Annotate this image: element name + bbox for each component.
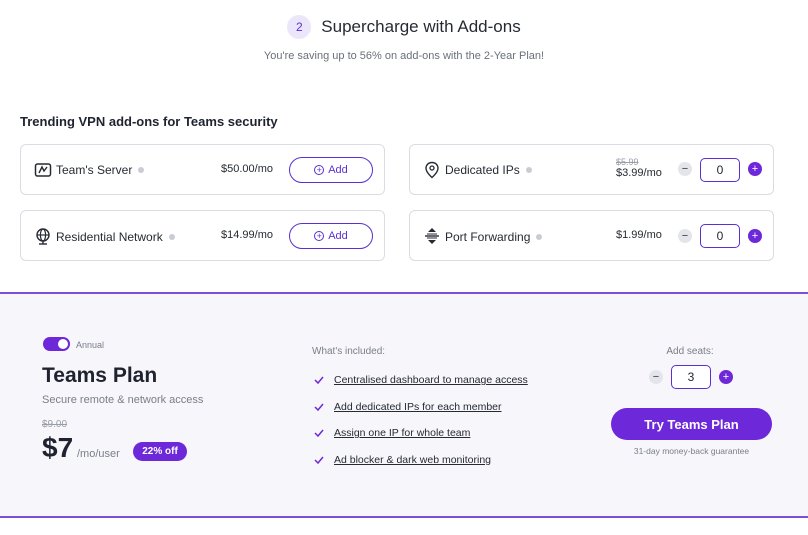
step-header: 2 Supercharge with Add-ons <box>0 14 808 40</box>
checkmark-icon <box>314 376 324 385</box>
add-seats-label: Add seats: <box>666 346 714 357</box>
decrease-seats-button[interactable]: − <box>649 370 663 384</box>
plan-price-unit: /mo/user <box>77 448 120 460</box>
info-icon[interactable] <box>138 167 145 173</box>
addon-price-port-forwarding: $1.99/mo <box>616 229 662 241</box>
location-pin-icon <box>422 160 442 180</box>
step-number-badge: 2 <box>287 15 312 39</box>
info-icon[interactable] <box>168 234 175 240</box>
annual-billing-toggle[interactable] <box>43 337 70 351</box>
server-icon <box>33 160 53 180</box>
checkmark-icon <box>314 456 324 464</box>
try-teams-plan-button[interactable]: Try Teams Plan <box>611 408 772 440</box>
addon-name-port-forwarding: Port Forwarding <box>445 230 543 244</box>
addon-price-teams-server: $50.00/mo <box>221 163 273 175</box>
arrows-up-down-icon <box>422 226 442 246</box>
plan-price: $7 <box>42 432 74 463</box>
addon-card-port-forwarding: Port Forwarding $1.99/mo − + <box>409 210 774 261</box>
included-feature-link[interactable]: Ad blocker & dark web monitoring <box>334 454 491 466</box>
step-title: Supercharge with Add-ons <box>321 17 521 36</box>
decrease-dedicated-ips-button[interactable]: − <box>678 162 692 176</box>
discount-badge: 22% off <box>133 442 187 461</box>
increase-seats-button[interactable]: + <box>719 370 733 384</box>
dedicated-ips-quantity-input[interactable] <box>700 158 740 182</box>
addon-price-residential-network: $14.99/mo <box>221 229 273 241</box>
plus-circle-icon: + <box>314 231 325 241</box>
included-feature-link[interactable]: Centralised dashboard to manage access <box>334 374 528 386</box>
savings-subtitle: You're saving up to 56% on add-ons with … <box>263 50 545 62</box>
addon-old-price-dedicated-ips: $5.99 <box>616 157 639 167</box>
list-item: Ad blocker & dark web monitoring <box>314 447 528 474</box>
included-feature-link[interactable]: Add dedicated IPs for each member <box>334 401 502 413</box>
addon-card-teams-server: Team's Server $50.00/mo + Add <box>20 144 385 195</box>
add-teams-server-button[interactable]: + Add <box>289 157 373 183</box>
increase-port-forwarding-button[interactable]: + <box>748 229 762 243</box>
addon-card-residential-network: Residential Network $14.99/mo + Add <box>20 210 385 261</box>
port-forwarding-quantity-input[interactable] <box>700 224 740 248</box>
plan-old-price: $9.00 <box>42 419 68 430</box>
globe-icon <box>33 226 53 246</box>
addon-name-residential-network: Residential Network <box>56 230 175 244</box>
plan-description: Secure remote & network access <box>42 394 204 406</box>
info-icon[interactable] <box>525 167 532 173</box>
info-icon[interactable] <box>536 234 543 240</box>
included-list: Centralised dashboard to manage access A… <box>314 367 528 473</box>
plus-circle-icon: + <box>314 165 325 175</box>
list-item: Centralised dashboard to manage access <box>314 367 528 394</box>
decrease-port-forwarding-button[interactable]: − <box>678 229 692 243</box>
plan-name: Teams Plan <box>42 364 158 387</box>
money-back-guarantee: 31-day money-back guarantee <box>633 446 750 456</box>
addon-card-dedicated-ips: Dedicated IPs $5.99 $3.99/mo − + <box>409 144 774 195</box>
addon-name-dedicated-ips: Dedicated IPs <box>445 163 532 177</box>
add-residential-network-button[interactable]: + Add <box>289 223 373 249</box>
billing-toggle-label: Annual <box>76 340 105 350</box>
list-item: Assign one IP for whole team <box>314 420 528 447</box>
included-title: What's included: <box>312 346 386 357</box>
addon-name-teams-server: Team's Server <box>56 163 145 177</box>
toggle-knob <box>58 339 68 349</box>
increase-dedicated-ips-button[interactable]: + <box>748 162 762 176</box>
included-feature-link[interactable]: Assign one IP for whole team <box>334 427 470 439</box>
addons-section-title: Trending VPN add-ons for Teams security <box>20 114 278 129</box>
list-item: Add dedicated IPs for each member <box>314 394 528 421</box>
checkmark-icon <box>314 403 324 411</box>
checkmark-icon <box>314 429 324 438</box>
seats-quantity-input[interactable] <box>671 365 711 389</box>
addon-price-dedicated-ips: $5.99 $3.99/mo <box>616 157 662 179</box>
